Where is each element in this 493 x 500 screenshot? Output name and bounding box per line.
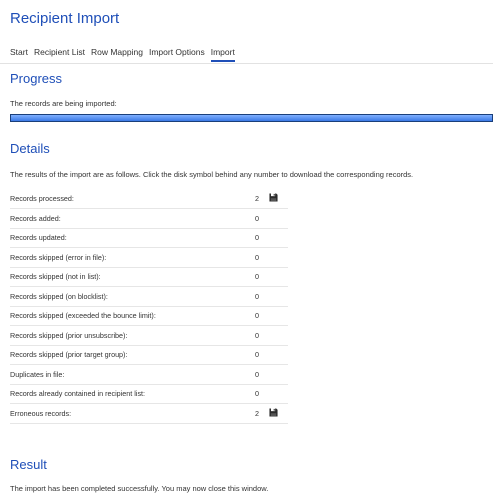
details-row-label: Records skipped (error in file):	[10, 247, 255, 268]
details-row-label: Records added:	[10, 208, 255, 229]
tab-start[interactable]: Start	[10, 47, 28, 59]
details-row: Records skipped (error in file): 0	[10, 247, 288, 268]
details-row-value: 0	[255, 286, 269, 307]
details-row-label: Records skipped (prior target group):	[10, 345, 255, 365]
details-row: Records skipped (not in list): 0	[10, 267, 288, 287]
details-row: Duplicates in file: 0	[10, 364, 288, 385]
details-row-action	[269, 267, 288, 287]
tab-import-options[interactable]: Import Options	[149, 47, 205, 59]
details-row-action	[269, 228, 288, 248]
result-heading: Result	[10, 457, 47, 472]
details-row-label: Erroneous records:	[10, 403, 255, 424]
details-row-label: Records processed:	[10, 189, 255, 209]
details-row-value: 0	[255, 345, 269, 365]
details-row-action	[269, 325, 288, 346]
details-row: Records added: 0	[10, 208, 288, 229]
tab-recipient-list[interactable]: Recipient List	[34, 47, 85, 59]
import-details-table: Records processed: 2 Records added: 0 Record…	[10, 189, 288, 424]
details-row-action	[269, 208, 288, 229]
details-row: Records skipped (exceeded the bounce lim…	[10, 306, 288, 326]
page-title: Recipient Import	[10, 10, 120, 27]
tab-import[interactable]: Import	[210, 47, 235, 62]
details-intro-text: The results of the import are as follows…	[10, 170, 414, 179]
details-row-label: Records skipped (exceeded the bounce lim…	[10, 306, 255, 326]
details-row: Records processed: 2	[10, 189, 288, 209]
result-message: The import has been completed successful…	[10, 484, 269, 493]
details-row: Records updated: 0	[10, 228, 288, 248]
disk-icon[interactable]	[269, 408, 278, 417]
tab-divider	[0, 63, 493, 64]
tab-row-mapping[interactable]: Row Mapping	[91, 47, 143, 59]
details-row-value: 2	[255, 403, 269, 424]
progress-heading: Progress	[10, 71, 63, 86]
details-row-value: 0	[255, 384, 269, 404]
details-row-action	[269, 189, 288, 209]
details-row-label: Records updated:	[10, 228, 255, 248]
details-row: Records already contained in recipient l…	[10, 384, 288, 404]
details-row-action	[269, 403, 288, 424]
details-row-value: 0	[255, 208, 269, 229]
details-row-value: 0	[255, 228, 269, 248]
details-row-value: 0	[255, 325, 269, 346]
progress-bar	[10, 114, 493, 122]
details-row-action	[269, 364, 288, 385]
disk-icon[interactable]	[269, 193, 278, 202]
details-row-label: Records skipped (on blocklist):	[10, 286, 255, 307]
details-row-label: Records skipped (not in list):	[10, 267, 255, 287]
details-row: Records skipped (on blocklist): 0	[10, 286, 288, 307]
details-row-value: 0	[255, 247, 269, 268]
details-row-action	[269, 306, 288, 326]
wizard-tabs: Start Recipient List Row Mapping Import …	[10, 47, 493, 62]
progress-status-text: The records are being imported:	[10, 99, 117, 108]
progress-bar-fill	[11, 115, 492, 121]
details-row-action	[269, 384, 288, 404]
details-row-action	[269, 286, 288, 307]
details-row: Erroneous records: 2	[10, 403, 288, 424]
details-row-action	[269, 345, 288, 365]
details-row-label: Duplicates in file:	[10, 364, 255, 385]
details-row-value: 0	[255, 364, 269, 385]
details-heading: Details	[10, 141, 50, 156]
details-row-value: 0	[255, 306, 269, 326]
details-row-label: Records already contained in recipient l…	[10, 384, 255, 404]
details-row-value: 0	[255, 267, 269, 287]
details-row: Records skipped (prior target group): 0	[10, 345, 288, 365]
details-row-label: Records skipped (prior unsubscribe):	[10, 325, 255, 346]
details-row-value: 2	[255, 189, 269, 209]
details-row: Records skipped (prior unsubscribe): 0	[10, 325, 288, 346]
details-row-action	[269, 247, 288, 268]
